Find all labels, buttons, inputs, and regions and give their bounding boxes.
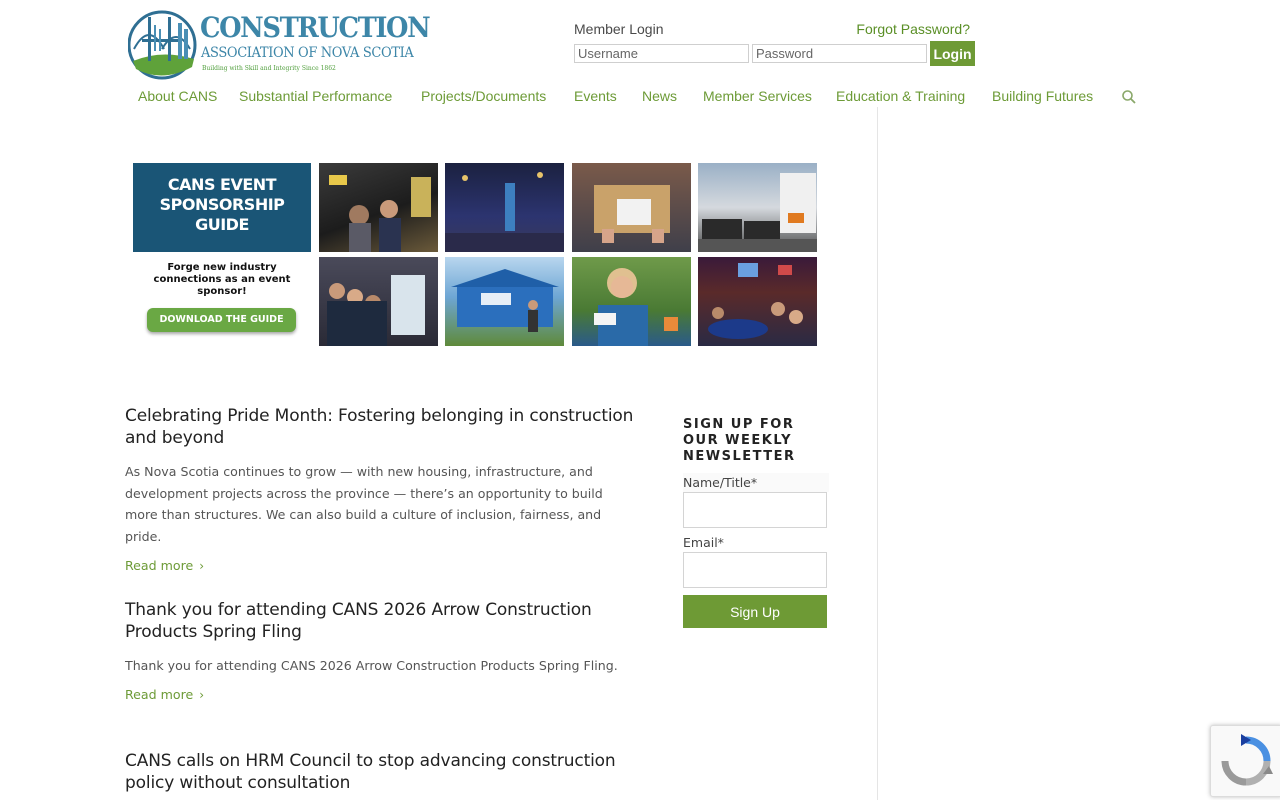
site-logo[interactable]: CONSTRUCTION ASSOCIATION OF NOVA SCOTIA … [128,9,431,81]
password-input[interactable] [752,44,927,63]
article-pride-month: Celebrating Pride Month: Fostering belon… [125,405,645,574]
read-more-label: Read more [125,686,194,702]
article-title[interactable]: CANS calls on HRM Council to stop advanc… [125,750,645,794]
name-title-field[interactable] [683,492,827,528]
recaptcha-badge[interactable] [1210,725,1280,797]
logo-emblem-icon [128,10,197,80]
article-title[interactable]: Thank you for attending CANS 2026 Arrow … [125,599,645,643]
read-more-label: Read more [125,557,194,573]
nav-item-education-training[interactable]: Education & Training [836,88,965,104]
article-excerpt: As Nova Scotia continues to grow — with … [125,464,603,545]
event-photo-lounge [698,163,817,252]
event-photo-box [572,163,691,252]
member-login-form: Member Login Forgot Password? Login [574,20,976,68]
logo-subtitle: ASSOCIATION OF NOVA SCOTIA [201,45,414,61]
sidebar-divider [877,107,878,800]
member-login-title: Member Login [574,21,664,37]
event-photo-woman [572,257,691,346]
nav-item-news[interactable]: News [642,88,677,104]
chevron-right-icon: › [199,558,205,573]
nav-item-substantial-performance[interactable]: Substantial Performance [239,88,392,104]
search-icon[interactable] [1121,89,1137,105]
event-photo-tent [445,257,564,346]
recaptcha-icon [1221,734,1273,786]
logo-title: CONSTRUCTION [200,11,431,44]
event-photo-group [319,257,438,346]
event-photo-dinner [698,257,817,346]
read-more-link[interactable]: Read more › [125,687,204,702]
article-title[interactable]: Celebrating Pride Month: Fostering belon… [125,405,645,449]
nav-item-member-services[interactable]: Member Services [703,88,812,104]
article-spring-fling: Thank you for attending CANS 2026 Arrow … [125,599,645,703]
article-excerpt: Thank you for attending CANS 2026 Arrow … [125,658,618,673]
username-input[interactable] [574,44,749,63]
read-more-link[interactable]: Read more › [125,558,204,573]
nav-item-events[interactable]: Events [574,88,617,104]
article-hrm-council: CANS calls on HRM Council to stop advanc… [125,750,645,794]
nav-item-about-cans[interactable]: About CANS [138,88,217,104]
event-photo-trade-show [319,163,438,252]
newsletter-title: SIGN UP FOR OUR WEEKLY NEWSLETTER [683,417,796,464]
sign-up-button[interactable]: Sign Up [683,595,827,628]
banner-subtext: Forge new industry connections as an eve… [153,262,291,297]
event-photo-hall [445,163,564,252]
chevron-right-icon: › [199,687,205,702]
nav-item-projects-documents[interactable]: Projects/Documents [421,88,546,104]
login-button[interactable]: Login [930,41,975,66]
newsletter-signup: SIGN UP FOR OUR WEEKLY NEWSLETTER Name/T… [683,417,829,628]
banner-headline: CANS EVENT SPONSORSHIP GUIDE [133,163,311,252]
forgot-password-link[interactable]: Forgot Password? [856,21,970,37]
email-label: Email* [683,535,724,550]
email-field[interactable] [683,552,827,588]
name-title-label: Name/Title* [683,473,829,492]
download-guide-button[interactable]: DOWNLOAD THE GUIDE [147,308,296,332]
logo-tagline: Building with Skill and Integrity Since … [202,65,336,72]
nav-item-building-futures[interactable]: Building Futures [992,88,1093,104]
sponsorship-banner[interactable]: CANS EVENT SPONSORSHIP GUIDE Forge new i… [130,160,820,350]
